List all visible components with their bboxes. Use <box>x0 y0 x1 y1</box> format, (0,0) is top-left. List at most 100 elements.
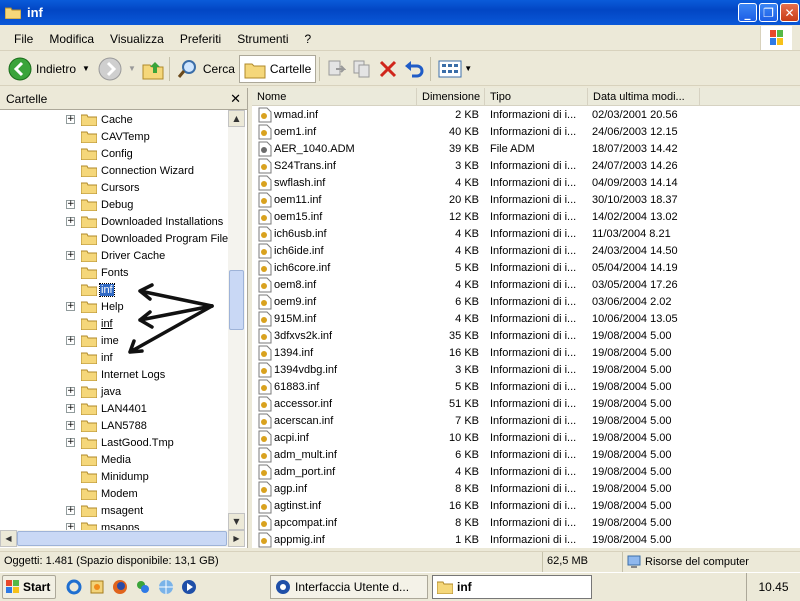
close-pane-icon[interactable]: ✕ <box>230 91 241 107</box>
tree-item[interactable]: + msagent <box>0 502 228 519</box>
tree-item[interactable]: Fonts <box>0 264 228 281</box>
taskbar-task-interfaccia[interactable]: Interfaccia Utente d... <box>270 575 428 599</box>
file-row[interactable]: agp.inf 8 KB Informazioni di i... 19/08/200… <box>252 481 792 498</box>
copy-to-button[interactable] <box>349 56 375 82</box>
file-row[interactable]: oem8.inf 4 KB Informazioni di i... 03/05/20… <box>252 277 792 294</box>
firefox-icon[interactable] <box>110 577 130 597</box>
expand-toggle[interactable]: + <box>66 387 75 396</box>
undo-button[interactable] <box>401 56 427 82</box>
tree-item[interactable]: Modem <box>0 485 228 502</box>
title-bar[interactable]: inf <box>0 0 800 25</box>
menu-modifica[interactable]: Modifica <box>41 32 102 46</box>
tree-item[interactable]: + LastGood.Tmp <box>0 434 228 451</box>
menu-help[interactable]: ? <box>297 32 320 46</box>
file-row[interactable]: acpi.inf 10 KB Informazioni di i... 19/08/2… <box>252 430 792 447</box>
file-row[interactable]: ich6usb.inf 4 KB Informazioni di i... 11/03… <box>252 226 792 243</box>
expand-toggle[interactable]: + <box>66 421 75 430</box>
file-row[interactable]: AER_1040.ADM 39 KB File ADM 18/07/2003 14.4… <box>252 141 792 158</box>
menu-file[interactable]: File <box>6 32 41 46</box>
views-button[interactable]: ▼ <box>434 55 476 83</box>
messenger-icon[interactable] <box>133 577 153 597</box>
column-size[interactable]: Dimensione <box>417 88 485 106</box>
internet-explorer-icon[interactable] <box>64 577 84 597</box>
file-row[interactable]: accessor.inf 51 KB Informazioni di i... 19/… <box>252 396 792 413</box>
close-button[interactable]: ✕ <box>780 3 799 22</box>
tree-vertical-scrollbar[interactable]: ▲ ▼ <box>228 110 245 530</box>
start-button[interactable]: Start <box>2 574 56 599</box>
tree-item[interactable]: + Help <box>0 298 228 315</box>
restore-button[interactable]: ❐ <box>759 3 778 22</box>
tree-item[interactable]: Minidump <box>0 468 228 485</box>
back-dropdown-icon[interactable]: ▼ <box>82 64 90 73</box>
file-row[interactable]: acerscan.inf 7 KB Informazioni di i... 19/0… <box>252 413 792 430</box>
file-row[interactable]: 915M.inf 4 KB Informazioni di i... 10/06/20… <box>252 311 792 328</box>
file-row[interactable]: adm_mult.inf 6 KB Informazioni di i... 19/0… <box>252 447 792 464</box>
tree-item[interactable]: + LAN5788 <box>0 417 228 434</box>
file-row[interactable]: 61883.inf 5 KB Informazioni di i... 19/08/2… <box>252 379 792 396</box>
file-row[interactable]: oem15.inf 12 KB Informazioni di i... 14/02/… <box>252 209 792 226</box>
clock[interactable]: 10.45 <box>746 573 800 601</box>
file-row[interactable]: ich6ide.inf 4 KB Informazioni di i... 24/03… <box>252 243 792 260</box>
tree-item[interactable]: + Downloaded Installations <box>0 213 228 230</box>
file-row[interactable]: adm_port.inf 4 KB Informazioni di i... 19/0… <box>252 464 792 481</box>
expand-toggle[interactable]: + <box>66 506 75 515</box>
tree-item[interactable]: CAVTemp <box>0 128 228 145</box>
minimize-button[interactable]: _ <box>738 3 757 22</box>
scroll-down-button[interactable]: ▼ <box>228 513 245 530</box>
move-to-button[interactable] <box>323 56 349 82</box>
file-row[interactable]: oem11.inf 20 KB Informazioni di i... 30/10/… <box>252 192 792 209</box>
tree-item[interactable]: inf <box>0 315 228 332</box>
column-name[interactable]: Nome <box>252 88 417 106</box>
scroll-right-button[interactable]: ▶ <box>228 530 245 547</box>
menu-strumenti[interactable]: Strumenti <box>229 32 296 46</box>
tree-item[interactable]: Connection Wizard <box>0 162 228 179</box>
file-list[interactable]: wmad.inf 2 KB Informazioni di i... 02/03/20… <box>252 106 800 548</box>
tree-hscroll-thumb[interactable] <box>17 531 227 546</box>
up-folder-button[interactable] <box>140 56 166 82</box>
tree-item[interactable]: Media <box>0 451 228 468</box>
expand-toggle[interactable]: + <box>66 438 75 447</box>
tree-item[interactable]: + java <box>0 383 228 400</box>
file-row[interactable]: oem9.inf 6 KB Informazioni di i... 03/06/20… <box>252 294 792 311</box>
file-row[interactable]: S24Trans.inf 3 KB Informazioni di i... 24/0… <box>252 158 792 175</box>
tree-item[interactable]: Downloaded Program Files <box>0 230 228 247</box>
menu-preferiti[interactable]: Preferiti <box>172 32 229 46</box>
expand-toggle[interactable]: + <box>66 200 75 209</box>
file-row[interactable]: 1394.inf 16 KB Informazioni di i... 19/08/2… <box>252 345 792 362</box>
file-row[interactable]: ich6core.inf 5 KB Informazioni di i... 05/0… <box>252 260 792 277</box>
expand-toggle[interactable]: + <box>66 115 75 124</box>
media-player-icon[interactable] <box>179 577 199 597</box>
column-type[interactable]: Tipo <box>485 88 588 106</box>
expand-toggle[interactable]: + <box>66 523 75 530</box>
tree-item[interactable]: + Driver Cache <box>0 247 228 264</box>
scroll-up-button[interactable]: ▲ <box>228 110 245 127</box>
tree-item[interactable]: Internet Logs <box>0 366 228 383</box>
tree-item[interactable]: + Cache <box>0 111 228 128</box>
expand-toggle[interactable]: + <box>66 404 75 413</box>
tree-scroll-thumb[interactable] <box>229 270 244 330</box>
file-row[interactable]: apcompat.inf 8 KB Informazioni di i... 19/0… <box>252 515 792 532</box>
column-date[interactable]: Data ultima modi... <box>588 88 700 106</box>
expand-toggle[interactable]: + <box>66 302 75 311</box>
file-row[interactable]: 1394vdbg.inf 3 KB Informazioni di i... 19/0… <box>252 362 792 379</box>
tree-item[interactable]: Config <box>0 145 228 162</box>
menu-visualizza[interactable]: Visualizza <box>102 32 172 46</box>
network-icon[interactable] <box>156 577 176 597</box>
expand-toggle[interactable]: + <box>66 217 75 226</box>
folder-tree[interactable]: + Cache CAVTemp Config Connection Wizard Curs… <box>0 110 228 530</box>
delete-button[interactable] <box>375 56 401 82</box>
forward-dropdown-icon[interactable]: ▼ <box>128 64 136 73</box>
forward-button[interactable]: ▼ <box>94 55 140 83</box>
tree-item[interactable]: + ime <box>0 332 228 349</box>
tree-item[interactable]: Cursors <box>0 179 228 196</box>
file-row[interactable]: swflash.inf 4 KB Informazioni di i... 04/09… <box>252 175 792 192</box>
expand-toggle[interactable]: + <box>66 251 75 260</box>
scroll-left-button[interactable]: ◀ <box>0 530 17 547</box>
file-row[interactable]: appmig.inf 1 KB Informazioni di i... 19/08/… <box>252 532 792 548</box>
tree-item[interactable]: + Debug <box>0 196 228 213</box>
search-button[interactable]: Cerca <box>173 55 239 83</box>
tree-item[interactable]: inf <box>0 281 228 298</box>
tree-item[interactable]: + msapps <box>0 519 228 530</box>
file-row[interactable]: 3dfxvs2k.inf 35 KB Informazioni di i... 19/… <box>252 328 792 345</box>
expand-toggle[interactable]: + <box>66 336 75 345</box>
